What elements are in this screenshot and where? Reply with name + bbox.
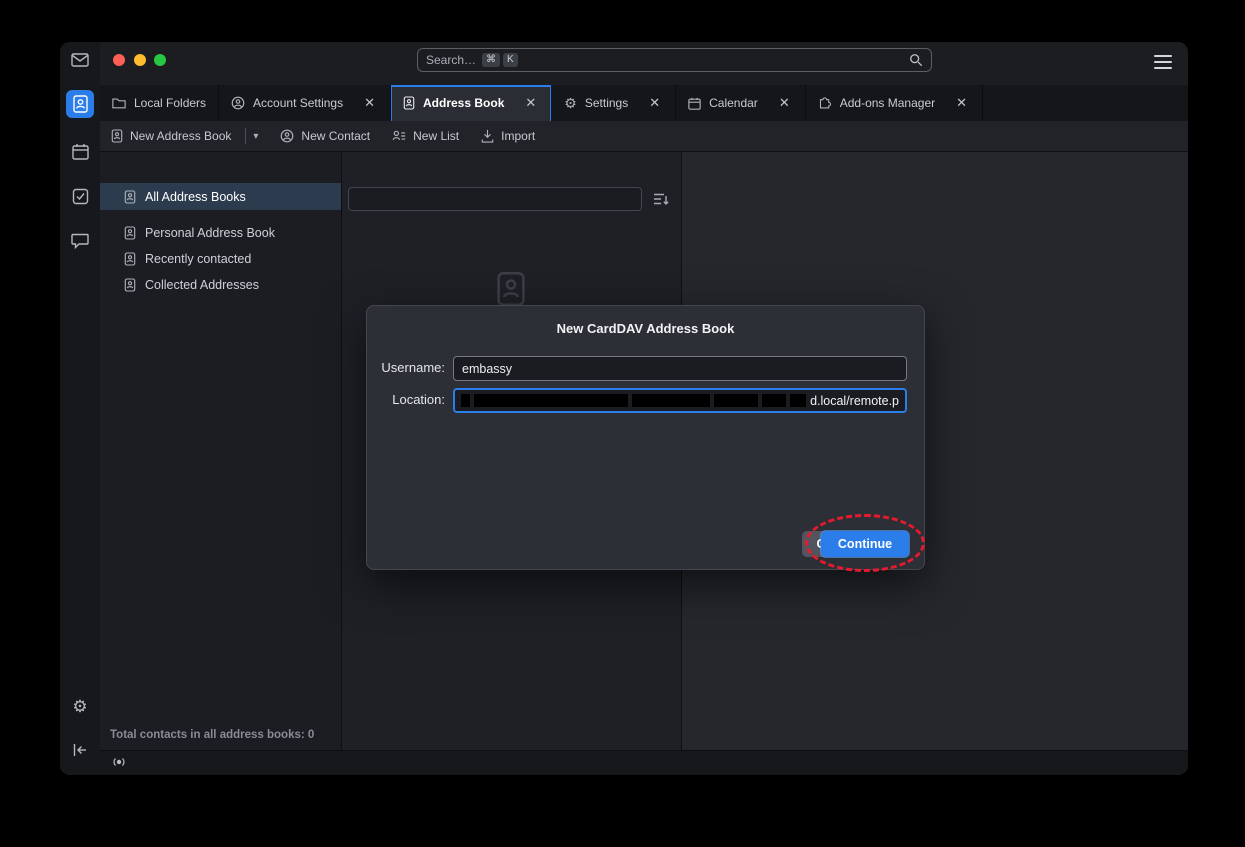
book-label: Recently contacted bbox=[145, 252, 251, 266]
gear-icon: ⚙ bbox=[564, 96, 577, 110]
puzzle-icon bbox=[818, 96, 832, 110]
address-book-icon bbox=[124, 278, 136, 292]
location-visible-text: d.local/remote.p bbox=[810, 394, 899, 408]
k-keycap: K bbox=[503, 53, 518, 67]
empty-list-address-book-icon bbox=[494, 271, 528, 307]
book-label: Personal Address Book bbox=[145, 226, 275, 240]
book-row-personal[interactable]: Personal Address Book bbox=[100, 219, 341, 246]
address-book-icon[interactable] bbox=[66, 90, 94, 118]
tab-addons-manager[interactable]: Add-ons Manager ✕ bbox=[806, 85, 983, 121]
activity-bar: ⚙ bbox=[60, 42, 100, 775]
redaction-bar bbox=[790, 394, 807, 407]
tasks-icon[interactable] bbox=[64, 180, 96, 212]
close-tab-icon[interactable]: ✕ bbox=[953, 94, 970, 112]
tab-label: Local Folders bbox=[134, 96, 206, 110]
new-address-book-button[interactable]: New Address Book ▾ bbox=[111, 128, 258, 144]
total-contacts-status: Total contacts in all address books: 0 bbox=[110, 729, 314, 741]
close-tab-icon[interactable]: ✕ bbox=[776, 94, 793, 112]
button-label: New Address Book bbox=[130, 129, 231, 143]
address-book-icon bbox=[403, 96, 415, 110]
dialog-title: New CardDAV Address Book bbox=[367, 321, 924, 336]
global-search-input[interactable]: Search… ⌘ K bbox=[417, 48, 932, 72]
tab-label: Settings bbox=[585, 96, 628, 110]
button-label: New Contact bbox=[301, 129, 370, 143]
redaction-bar bbox=[461, 394, 470, 407]
cmd-keycap: ⌘ bbox=[482, 53, 500, 67]
book-label: Collected Addresses bbox=[145, 278, 259, 292]
chat-icon[interactable] bbox=[64, 225, 96, 257]
mail-icon[interactable] bbox=[64, 44, 96, 76]
tab-label: Calendar bbox=[709, 96, 758, 110]
button-label: New List bbox=[413, 129, 459, 143]
import-icon bbox=[481, 129, 494, 143]
app-menu-icon[interactable] bbox=[1154, 55, 1172, 69]
thunderbird-window: ⚙ Search… ⌘ K Local Folders Account Sett… bbox=[60, 42, 1188, 775]
book-row-all-address-books[interactable]: All Address Books bbox=[100, 183, 341, 210]
username-label: Username: bbox=[367, 360, 445, 375]
book-row-recently-contacted[interactable]: Recently contacted bbox=[100, 245, 341, 272]
location-label: Location: bbox=[367, 392, 445, 407]
calendar-icon[interactable] bbox=[64, 135, 96, 167]
book-row-collected-addresses[interactable]: Collected Addresses bbox=[100, 271, 341, 298]
address-book-icon bbox=[124, 226, 136, 240]
chevron-down-icon[interactable]: ▾ bbox=[253, 131, 258, 142]
search-placeholder: Search… bbox=[426, 53, 476, 67]
status-bar bbox=[100, 750, 1188, 775]
tab-label: Add-ons Manager bbox=[840, 96, 935, 110]
account-icon bbox=[231, 96, 245, 110]
location-input[interactable]: d.local/remote.p bbox=[453, 388, 907, 413]
folder-icon bbox=[112, 97, 126, 109]
redaction-bar bbox=[474, 394, 628, 407]
tab-account-settings[interactable]: Account Settings ✕ bbox=[219, 85, 391, 121]
book-label: All Address Books bbox=[145, 190, 246, 204]
continue-button[interactable]: Continue bbox=[821, 531, 909, 557]
import-button[interactable]: Import bbox=[481, 129, 535, 143]
broadcast-status-icon[interactable] bbox=[110, 755, 128, 769]
tab-calendar[interactable]: Calendar ✕ bbox=[676, 85, 806, 121]
close-tab-icon[interactable]: ✕ bbox=[361, 94, 378, 112]
button-label: Import bbox=[501, 129, 535, 143]
address-book-toolbar: New Address Book ▾ New Contact New List … bbox=[100, 121, 1188, 152]
redaction-bar bbox=[762, 394, 786, 407]
new-carddav-dialog: New CardDAV Address Book Username: Locat… bbox=[366, 305, 925, 570]
contacts-search-input[interactable] bbox=[348, 187, 642, 211]
list-icon bbox=[392, 129, 406, 143]
close-tab-icon[interactable]: ✕ bbox=[522, 94, 539, 112]
person-icon bbox=[280, 129, 294, 143]
tab-bar: Local Folders Account Settings ✕ Address… bbox=[100, 85, 1188, 121]
window-minimize-button[interactable] bbox=[134, 54, 146, 66]
tab-label: Account Settings bbox=[253, 96, 343, 110]
redaction-bar bbox=[714, 394, 758, 407]
address-book-icon bbox=[124, 252, 136, 266]
redaction-bar bbox=[632, 394, 709, 407]
username-input[interactable] bbox=[453, 356, 907, 381]
tab-address-book[interactable]: Address Book ✕ bbox=[391, 85, 552, 121]
new-list-button[interactable]: New List bbox=[392, 129, 459, 143]
tab-label: Address Book bbox=[423, 96, 504, 110]
address-book-icon bbox=[124, 190, 136, 204]
address-books-pane: All Address Books Personal Address Book … bbox=[100, 152, 342, 750]
new-contact-button[interactable]: New Contact bbox=[280, 129, 370, 143]
tab-settings[interactable]: ⚙ Settings ✕ bbox=[552, 85, 676, 121]
display-options-icon[interactable] bbox=[652, 190, 670, 208]
window-close-button[interactable] bbox=[113, 54, 125, 66]
settings-gear-icon[interactable]: ⚙ bbox=[64, 690, 96, 722]
button-divider bbox=[245, 128, 246, 144]
search-icon bbox=[909, 53, 923, 67]
window-zoom-button[interactable] bbox=[154, 54, 166, 66]
tab-local-folders[interactable]: Local Folders bbox=[100, 85, 219, 121]
calendar-icon bbox=[688, 97, 701, 110]
address-book-icon bbox=[111, 129, 123, 143]
close-tab-icon[interactable]: ✕ bbox=[646, 94, 663, 112]
titlebar: Search… ⌘ K bbox=[100, 42, 1188, 85]
collapse-sidebar-icon[interactable] bbox=[64, 734, 96, 766]
